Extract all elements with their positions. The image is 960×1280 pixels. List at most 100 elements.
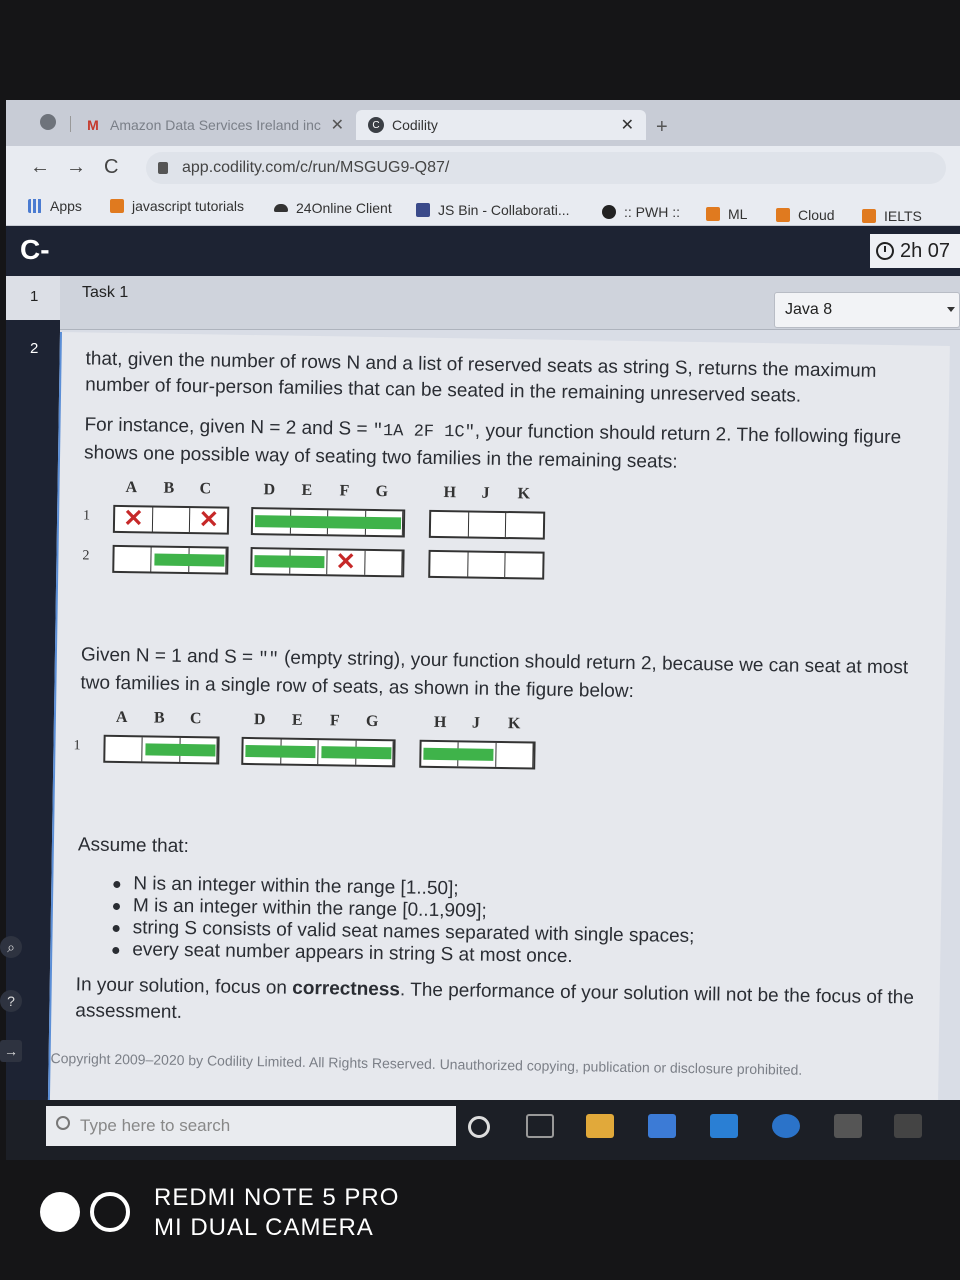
windows-taskbar: Type here to search [6,1100,960,1160]
app-header: C- 2h 07 [6,226,960,276]
tab-codility[interactable]: C Codility ✕ [356,110,646,140]
bookmark-cloud[interactable]: Cloud [776,207,835,223]
code-text: "1A 2F 1C" [372,421,475,443]
seat-letter: B [153,709,165,727]
back-icon[interactable]: ← [30,156,50,179]
seat-block-abc [103,734,220,765]
gmail-icon: M [87,117,99,133]
cloud-icon [274,204,288,212]
task-header: Task 1 Java 8 [60,276,960,330]
search-float-icon[interactable]: ⌕ [0,936,22,958]
language-select[interactable]: Java 8 [774,292,960,328]
clock-icon [876,242,894,260]
pwh-icon [602,205,616,219]
example-paragraph-1: For instance, given N = 2 and S = "1A 2F… [84,412,925,479]
seat-letter: E [291,711,303,729]
search-icon [56,1116,70,1130]
bookmarks-bar: Apps javascript tutorials 24Online Clien… [6,190,960,226]
tab-title: Amazon Data Services Ireland inc [110,117,321,133]
language-value: Java 8 [785,301,833,318]
seat-reserved: ✕ [190,506,227,534]
seat-letter: F [329,712,340,730]
seat [105,736,143,762]
rail-task-2[interactable]: 2 [30,340,38,357]
seat-letter: K [517,485,531,503]
terminal-icon[interactable] [894,1114,922,1138]
reserved-x-icon: ✕ [198,506,220,534]
bookmark-label: Cloud [798,207,835,223]
bookmark-javascript-tutorials[interactable]: javascript tutorials [110,198,244,214]
forward-icon[interactable]: → [66,156,86,179]
lock-icon [158,162,168,174]
bookmark-label: :: PWH :: [624,204,680,220]
seat-letter: C [199,480,212,498]
seat-block-hjk [428,509,546,540]
seat-block-hjk [419,739,536,770]
seat [495,742,534,768]
tab-amazon[interactable]: M Amazon Data Services Ireland inc ✕ [84,110,354,140]
reload-icon[interactable]: C [104,156,118,179]
seat-letter: K [507,715,521,733]
camera-dot-icon [40,1192,80,1232]
bookmark-ml[interactable]: ML [706,206,747,222]
rail-task-1[interactable]: 1 [6,276,60,320]
reserved-x-icon: ✕ [123,505,144,533]
bookmark-jsbin[interactable]: JS Bin - Collaborati... [416,202,570,218]
apps-grid-icon [28,199,42,213]
seat [430,551,469,577]
task-view-icon[interactable] [526,1114,554,1138]
family-group [145,743,216,757]
bookmark-pwh[interactable]: :: PWH :: [602,204,680,220]
bookmark-apps[interactable]: Apps [28,198,82,214]
store-icon[interactable] [648,1114,676,1138]
address-bar: ← → C app.codility.com/c/run/MSGUG9-Q87/ [6,146,960,190]
tab-separator [70,116,71,132]
profile-icon[interactable] [40,114,56,130]
seat-reserved: ✕ [114,505,153,533]
new-tab-icon[interactable]: + [656,116,668,139]
family-group [254,515,402,530]
close-tab-icon[interactable]: ✕ [621,115,634,135]
seating-figure-1: A B C D E F G H J K 1 2 ✕ ✕ ✕ [82,478,554,595]
seat [506,553,543,578]
bookmark-label: JS Bin - Collaborati... [438,202,570,218]
bookmark-label: javascript tutorials [132,198,245,214]
url-field[interactable]: app.codility.com/c/run/MSGUG9-Q87/ [146,152,946,184]
code-text: "" [258,650,279,670]
folder-icon [706,207,720,221]
seat-letter: J [471,714,481,732]
calculator-icon[interactable] [834,1114,862,1138]
bookmark-label: Apps [50,198,82,214]
family-group [245,744,316,759]
mail-icon[interactable] [710,1114,738,1138]
bookmark-label: ML [728,206,748,222]
help-icon[interactable]: ? [0,990,22,1012]
url-text: app.codility.com/c/run/MSGUG9-Q87/ [182,159,450,176]
edge-icon[interactable] [772,1114,800,1138]
text: For instance, given N = 2 and S = [84,414,374,440]
seat-reserved: ✕ [327,548,366,576]
bookmark-ielts[interactable]: IELTS [862,208,922,224]
seat [114,546,152,572]
bookmark-24online[interactable]: 24Online Client [274,200,392,216]
seat-letter: C [189,710,202,728]
tab-title: Codility [392,117,438,133]
seat-block-abc: ✕ ✕ [112,504,230,535]
folder-icon [776,208,790,222]
seat [152,507,191,533]
seat-letter: E [301,481,313,499]
js-icon [110,199,124,213]
family-group [154,553,225,567]
taskbar-search[interactable]: Type here to search [46,1106,456,1146]
seat-letter: G [375,482,389,501]
seat-letter: A [115,708,128,727]
codility-logo: C- [20,234,50,265]
camera-type: MI DUAL CAMERA [154,1214,374,1241]
close-tab-icon[interactable]: ✕ [331,115,344,135]
cortana-icon[interactable] [468,1116,490,1138]
description-paragraph: that, given the number of rows N and a l… [85,348,877,407]
file-explorer-icon[interactable] [586,1114,614,1138]
exit-icon[interactable]: → [0,1040,22,1062]
text: In your solution, focus on [75,974,293,999]
seat-letter: B [163,479,175,497]
